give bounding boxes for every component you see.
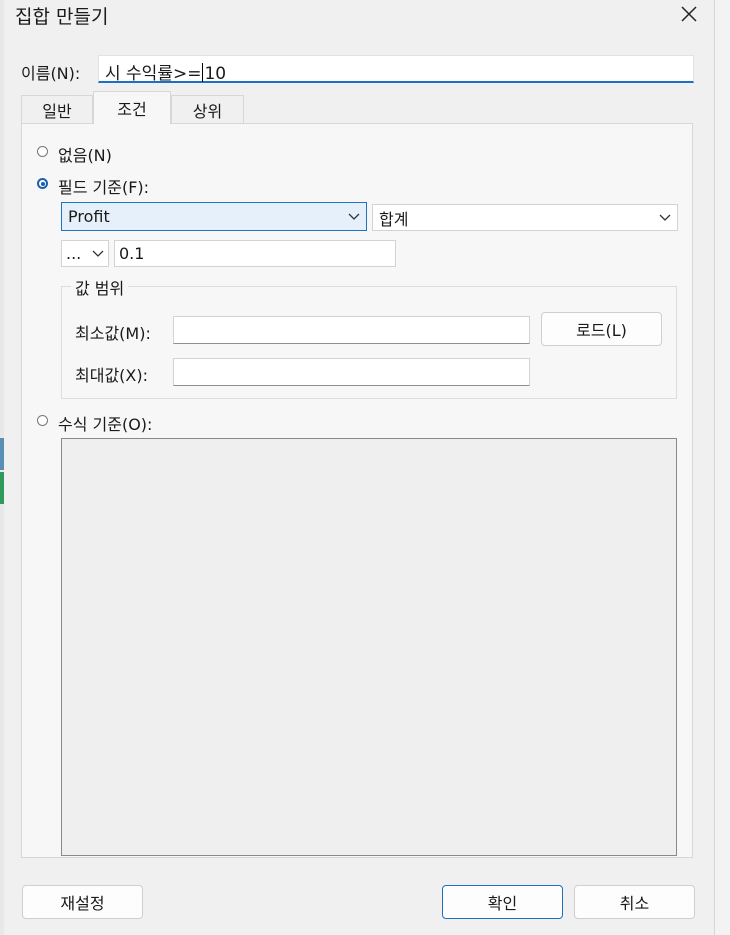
- load-button[interactable]: 로드(L): [541, 312, 662, 346]
- aggregation-select-value: 합계: [379, 209, 409, 229]
- value-range-title: 값 범위: [71, 275, 129, 299]
- by-field-label: 필드 기준(F):: [58, 178, 150, 197]
- cancel-button-label: 취소: [619, 894, 650, 913]
- load-button-label: 로드(L): [576, 321, 627, 340]
- name-label: 이름(N):: [21, 64, 81, 83]
- name-input-text-before: 시 수익률>=: [105, 64, 202, 84]
- tab-condition-label: 조건: [117, 100, 147, 119]
- value-input[interactable]: 0.1: [114, 240, 396, 267]
- operator-select-value: ...: [66, 244, 82, 263]
- aggregation-select[interactable]: 합계: [372, 204, 678, 231]
- name-input[interactable]: 시 수익률>= 10: [98, 55, 694, 84]
- reset-button[interactable]: 재설정: [22, 885, 143, 919]
- by-formula-label: 수식 기준(O):: [58, 415, 153, 434]
- close-icon: [681, 6, 697, 22]
- min-label: 최소값(M):: [75, 324, 151, 343]
- value-input-text: 0.1: [119, 244, 145, 263]
- max-label: 최대값(X):: [75, 366, 148, 385]
- min-value-input[interactable]: [173, 316, 530, 344]
- tab-general[interactable]: 일반: [21, 95, 93, 123]
- none-label: 없음(N): [58, 146, 112, 165]
- none-radio[interactable]: [37, 146, 48, 157]
- field-select-value: Profit: [68, 207, 110, 226]
- max-value-input[interactable]: [173, 358, 530, 386]
- tab-condition[interactable]: 조건: [93, 91, 171, 124]
- close-button[interactable]: [672, 0, 706, 28]
- field-select[interactable]: Profit: [61, 202, 367, 231]
- background-window-right-edge: [714, 0, 730, 935]
- formula-editor[interactable]: [61, 438, 677, 856]
- operator-select[interactable]: ...: [61, 240, 109, 267]
- ok-button[interactable]: 확인: [442, 885, 563, 919]
- ok-button-label: 확인: [487, 894, 518, 913]
- name-input-text-after: 10: [204, 64, 227, 84]
- chevron-down-icon: [92, 250, 104, 257]
- dialog-title: 집합 만들기: [15, 6, 109, 28]
- cancel-button[interactable]: 취소: [574, 885, 695, 919]
- tab-top-label: 상위: [192, 101, 223, 121]
- by-field-radio[interactable]: [37, 178, 48, 189]
- create-set-dialog: 집합 만들기 이름(N): 시 수익률>= 10 일반 조건 상위 없음(N) 필…: [4, 0, 714, 935]
- tab-general-label: 일반: [42, 101, 72, 121]
- tab-top[interactable]: 상위: [171, 95, 244, 123]
- reset-button-label: 재설정: [60, 894, 105, 913]
- by-formula-radio[interactable]: [37, 415, 48, 426]
- chevron-down-icon: [348, 213, 360, 220]
- chevron-down-icon: [659, 214, 671, 221]
